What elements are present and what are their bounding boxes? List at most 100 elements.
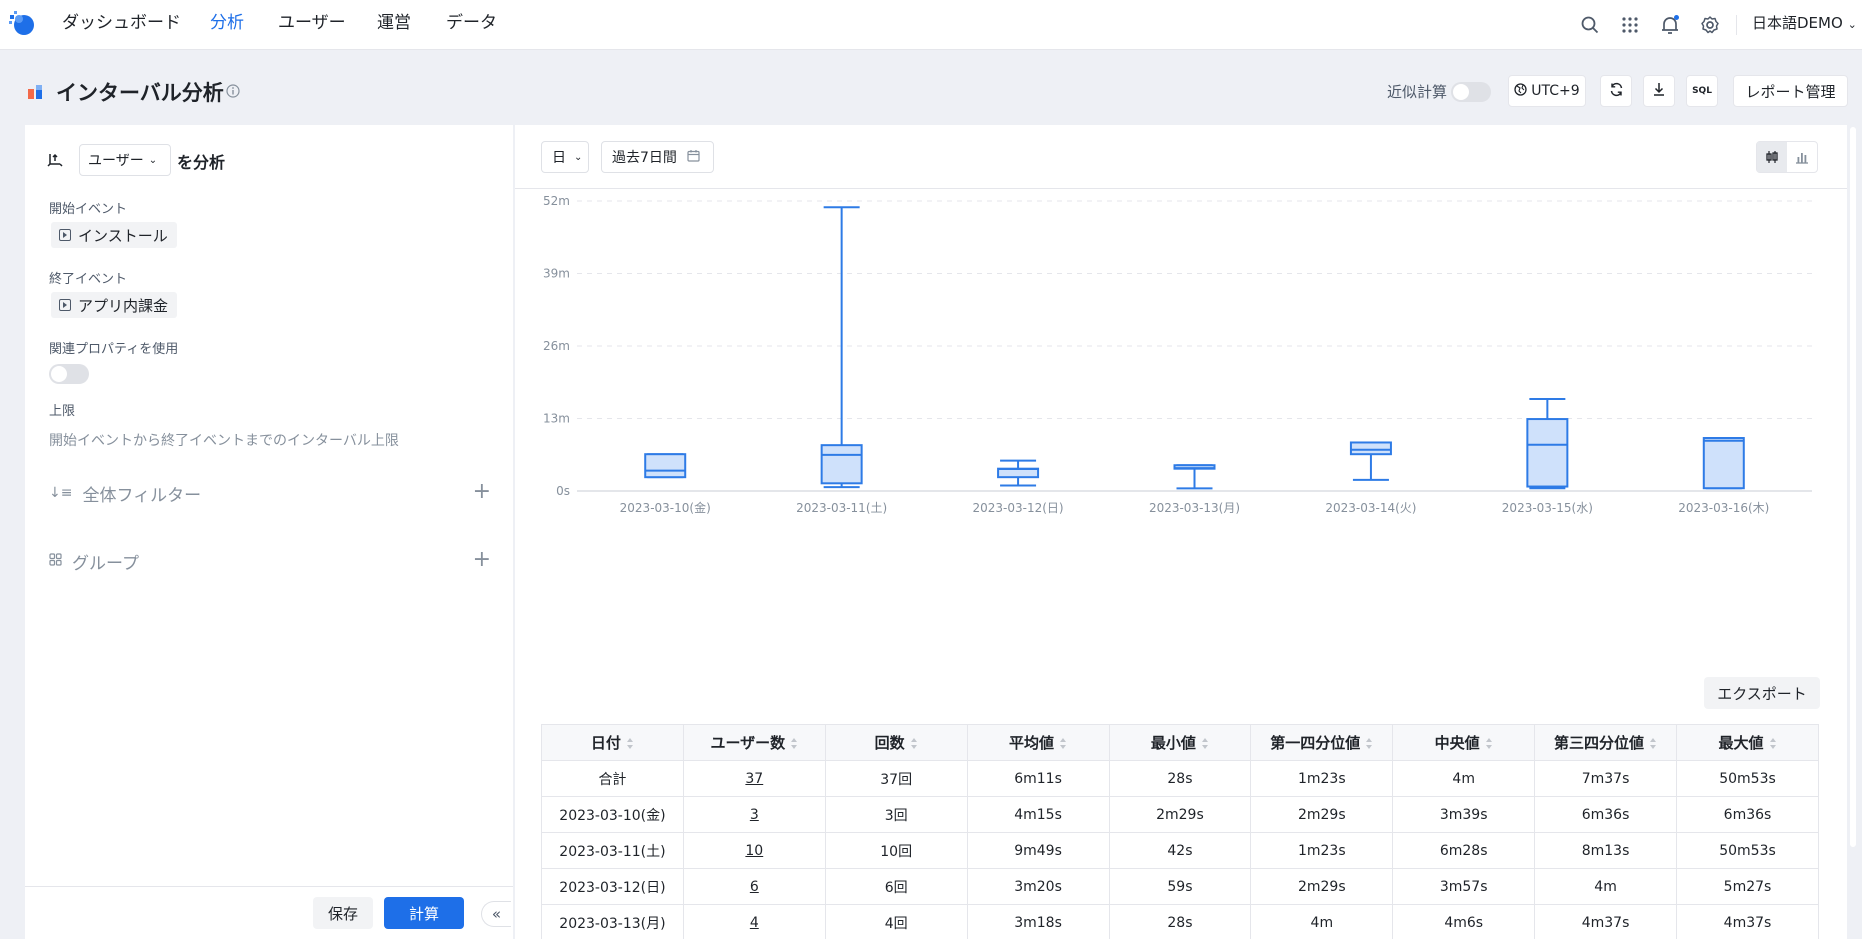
sort-icon[interactable]	[626, 738, 634, 749]
apps-grid-icon[interactable]	[1617, 12, 1643, 38]
sort-icon[interactable]	[910, 738, 918, 749]
bar-view-icon[interactable]	[1787, 142, 1817, 172]
refresh-button[interactable]	[1600, 75, 1632, 107]
sql-button[interactable]: SQL	[1686, 75, 1718, 107]
report-manage-button[interactable]: レポート管理	[1733, 75, 1848, 107]
start-event-chip[interactable]: インストール	[51, 222, 177, 248]
sort-icon[interactable]	[1366, 738, 1373, 749]
calendar-icon	[687, 149, 700, 166]
table-cell: 4m37s	[1534, 904, 1677, 939]
sort-icon[interactable]	[1485, 738, 1493, 749]
user-count-link[interactable]: 4	[682, 904, 826, 939]
nav-analysis[interactable]: 分析	[210, 0, 244, 50]
subject-select[interactable]: ユーザー ⌄	[79, 144, 171, 176]
x-tick-label: 2023-03-14(火)	[1325, 501, 1416, 515]
approx-calc-label: 近似計算	[1387, 83, 1448, 101]
sort-icon[interactable]	[1060, 738, 1067, 749]
user-count-link[interactable]: 3	[682, 796, 826, 833]
timezone-button[interactable]: UTC+9	[1508, 75, 1586, 107]
sort-icon[interactable]	[1769, 738, 1777, 749]
approx-calc-toggle[interactable]	[1451, 82, 1491, 102]
column-header[interactable]: 最小値	[1108, 724, 1252, 761]
column-header[interactable]: 最大値	[1676, 724, 1819, 761]
related-property-label: 関連プロパティを使用	[49, 342, 179, 357]
add-filter-icon[interactable]: +	[473, 481, 491, 503]
chevron-down-icon: ⌄	[1847, 18, 1857, 31]
page-title: インターバル分析	[56, 81, 224, 105]
sort-icon[interactable]	[1201, 738, 1209, 749]
limit-input[interactable]: 開始イベントから終了イベントまでのインターバル上限	[49, 430, 399, 450]
end-event-chip[interactable]: アプリ内課金	[51, 292, 178, 318]
table-cell: 59s	[1108, 868, 1252, 905]
gear-icon[interactable]	[1697, 12, 1723, 38]
user-count-link[interactable]: 10	[682, 832, 826, 869]
user-count-link[interactable]: 37	[682, 760, 826, 797]
column-header[interactable]: ユーザー数	[682, 724, 826, 761]
table-cell: 28s	[1108, 760, 1252, 797]
column-header-label: 日付	[590, 734, 621, 752]
table-cell: 10回	[824, 832, 968, 869]
x-tick-label: 2023-03-15(水)	[1502, 501, 1593, 515]
date-range-select[interactable]: 過去7日間	[601, 141, 714, 173]
x-tick-label: 2023-03-13(月)	[1149, 501, 1240, 515]
table-cell: 9m49s	[966, 832, 1110, 869]
add-group-icon[interactable]: +	[473, 549, 491, 571]
user-count-link[interactable]: 6	[682, 868, 826, 905]
x-tick-label: 2023-03-10(金)	[620, 500, 711, 515]
app-logo-icon[interactable]	[8, 10, 38, 40]
nav-users[interactable]: ユーザー	[278, 0, 346, 50]
nav-data[interactable]: データ	[446, 0, 497, 50]
table-cell: 3回	[824, 796, 968, 833]
column-header[interactable]: 第一四分位値	[1250, 724, 1394, 761]
table-cell: 3m20s	[966, 868, 1110, 905]
config-panel: ユーザー ⌄ を分析 開始イベント インストール 終了イベント アプリ内課金 関連…	[25, 125, 513, 939]
info-icon[interactable]	[226, 84, 240, 102]
bell-icon[interactable]	[1657, 12, 1683, 38]
results-panel: 日 ⌄ 過去7日間 0s 13m 26m 39m 52m 2023-03-10(金) 2023…	[515, 125, 1847, 939]
limit-label: 上限	[49, 404, 76, 419]
save-button[interactable]: 保存	[313, 897, 373, 929]
table-cell: 42s	[1108, 832, 1252, 869]
column-header[interactable]: 回数	[824, 724, 968, 761]
column-header[interactable]: 平均値	[966, 724, 1110, 761]
chevron-down-icon: ⌄	[148, 154, 158, 166]
column-header-label: 第一四分位値	[1270, 734, 1361, 752]
sort-icon[interactable]	[1650, 738, 1657, 749]
sort-icon[interactable]	[791, 738, 798, 749]
granularity-select[interactable]: 日 ⌄	[541, 141, 589, 173]
table-cell: 3m39s	[1392, 796, 1536, 833]
table-cell: 4m15s	[966, 796, 1110, 833]
column-header[interactable]: 中央値	[1392, 724, 1536, 761]
box-iqr	[1349, 441, 1392, 456]
export-button[interactable]: エクスポート	[1704, 677, 1820, 709]
table-row: 2023-03-10(金) 3 3回 4m15s 2m29s 2m29s 3m39s 6m36…	[541, 796, 1819, 833]
x-tick-label: 2023-03-16(木)	[1678, 501, 1769, 515]
top-navbar: ダッシュボード 分析 ユーザー 運営 データ 日本語DEMO ⌄	[0, 0, 1862, 50]
interval-boxplot-chart: 0s 13m 26m 39m 52m 2023-03-10(金) 2023-03-11(土)…	[543, 194, 1812, 515]
column-header-label: 最小値	[1150, 734, 1196, 752]
language-selector[interactable]: 日本語DEMO ⌄	[1752, 0, 1857, 50]
nav-dashboard[interactable]: ダッシュボード	[62, 0, 181, 50]
box-iqr	[1526, 418, 1569, 488]
download-button[interactable]	[1643, 75, 1675, 107]
group-row[interactable]: グループ +	[49, 549, 491, 574]
column-header[interactable]: 第三四分位値	[1534, 724, 1677, 761]
collapse-panel-button[interactable]: «	[481, 901, 511, 927]
table-cell: 4m37s	[1676, 904, 1819, 939]
table-cell: 28s	[1108, 904, 1252, 939]
table-cell: 2023-03-10(金)	[541, 796, 684, 833]
calculate-button[interactable]: 計算	[384, 897, 464, 929]
x-tick-label: 2023-03-12(日)	[973, 501, 1064, 515]
related-property-toggle[interactable]	[49, 364, 89, 384]
global-filter-row[interactable]: ↓≡ 全体フィルター +	[49, 481, 491, 506]
chart-view-toggle	[1756, 141, 1818, 173]
page-scrollbar-thumb[interactable]	[1850, 127, 1856, 847]
column-header[interactable]: 日付	[541, 724, 684, 761]
boxplot-view-icon[interactable]	[1757, 142, 1787, 172]
table-cell: 4m	[1250, 904, 1394, 939]
search-icon[interactable]	[1577, 12, 1603, 38]
y-tick-label: 0s	[556, 484, 570, 498]
nav-operations[interactable]: 運営	[377, 0, 411, 50]
event-icon	[59, 299, 71, 311]
table-cell: 2023-03-13(月)	[541, 904, 684, 939]
